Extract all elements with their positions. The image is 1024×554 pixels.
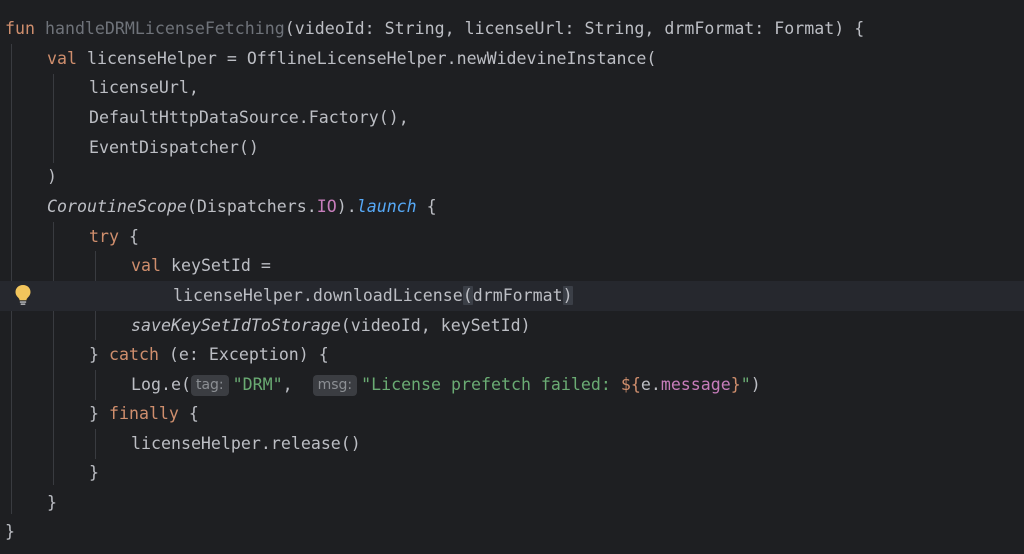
- code-token: keySetId =: [170, 256, 271, 275]
- code-token: saveKeySetIdToStorage: [131, 316, 341, 335]
- code-text[interactable]: }: [47, 488, 57, 518]
- code-token: ): [562, 286, 573, 305]
- code-token: "License prefetch failed:: [361, 375, 621, 394]
- code-text[interactable]: licenseUrl,: [89, 73, 199, 103]
- code-token: CoroutineScope: [47, 197, 187, 216]
- code-line[interactable]: } catch (e: Exception) {: [0, 340, 1024, 370]
- code-line[interactable]: try {: [0, 222, 1024, 252]
- code-token: drmFormat: [472, 286, 563, 305]
- code-line[interactable]: licenseUrl,: [0, 73, 1024, 103]
- code-token: licenseUrl,: [89, 78, 199, 97]
- code-token: licenseHelper.release(): [131, 434, 361, 453]
- code-token: }: [89, 345, 109, 364]
- code-text[interactable]: CoroutineScope(Dispatchers.IO).launch {: [47, 192, 437, 222]
- code-line[interactable]: licenseHelper.release(): [0, 429, 1024, 459]
- code-token: }: [89, 404, 109, 423]
- code-text[interactable]: } catch (e: Exception) {: [89, 340, 329, 370]
- code-token: handleDRMLicenseFetching: [44, 19, 285, 38]
- code-editor[interactable]: fun handleDRMLicenseFetching(videoId: St…: [0, 0, 1024, 554]
- code-text[interactable]: licenseHelper.downloadLicense(drmFormat): [173, 281, 573, 311]
- code-token: "DRM": [232, 375, 283, 394]
- code-text[interactable]: val keySetId =: [131, 251, 271, 281]
- code-token: try: [89, 227, 119, 246]
- code-line[interactable]: }: [0, 458, 1024, 488]
- lightbulb-icon[interactable]: [13, 284, 33, 306]
- code-line[interactable]: fun handleDRMLicenseFetching(videoId: St…: [0, 14, 1024, 44]
- code-text[interactable]: } finally {: [89, 399, 199, 429]
- code-text[interactable]: Log.e(tag: "DRM", msg: "License prefetch f…: [131, 370, 761, 400]
- code-token: }: [730, 375, 741, 394]
- code-token: (videoId, keySetId): [340, 316, 531, 335]
- code-token: ,: [282, 375, 313, 394]
- code-token: ${: [620, 375, 641, 394]
- code-text[interactable]: saveKeySetIdToStorage(videoId, keySetId): [131, 311, 531, 341]
- code-line[interactable]: EventDispatcher(): [0, 133, 1024, 163]
- code-line[interactable]: }: [0, 488, 1024, 518]
- code-line[interactable]: saveKeySetIdToStorage(videoId, keySetId): [0, 311, 1024, 341]
- code-text[interactable]: DefaultHttpDataSource.Factory(),: [89, 103, 409, 133]
- code-line[interactable]: DefaultHttpDataSource.Factory(),: [0, 103, 1024, 133]
- code-token: catch: [108, 345, 159, 364]
- code-line[interactable]: ): [0, 162, 1024, 192]
- code-token: IO: [316, 197, 337, 216]
- parameter-hint: msg:: [312, 375, 358, 396]
- code-token: e.: [640, 375, 661, 394]
- code-token: (: [462, 286, 473, 305]
- code-token: (Dispatchers.: [186, 197, 317, 216]
- code-token: }: [47, 493, 57, 512]
- code-token: ).: [336, 197, 357, 216]
- code-text[interactable]: }: [5, 517, 15, 547]
- code-line[interactable]: licenseHelper.downloadLicense(drmFormat): [0, 281, 1024, 311]
- code-line[interactable]: val keySetId =: [0, 251, 1024, 281]
- code-token: licenseHelper.downloadLicense: [173, 286, 463, 305]
- code-token: finally: [108, 404, 179, 423]
- code-token: ): [750, 375, 761, 394]
- code-text[interactable]: EventDispatcher(): [89, 133, 259, 163]
- code-token: {: [118, 227, 139, 246]
- code-line[interactable]: } finally {: [0, 399, 1024, 429]
- code-token: }: [89, 463, 99, 482]
- code-token: licenseHelper = OfflineLicenseHelper.new…: [86, 49, 657, 68]
- code-text[interactable]: }: [89, 458, 99, 488]
- code-token: (videoId: String, licenseUrl: String, dr…: [284, 19, 865, 38]
- code-text[interactable]: val licenseHelper = OfflineLicenseHelper…: [47, 44, 656, 74]
- code-token: }: [5, 522, 15, 541]
- code-token: DefaultHttpDataSource.Factory(),: [89, 108, 409, 127]
- code-token: message: [660, 375, 731, 394]
- code-token: ": [740, 375, 751, 394]
- code-text[interactable]: fun handleDRMLicenseFetching(videoId: St…: [5, 14, 864, 44]
- code-line[interactable]: val licenseHelper = OfflineLicenseHelper…: [0, 44, 1024, 74]
- code-token: val: [131, 256, 171, 275]
- code-text[interactable]: try {: [89, 222, 139, 252]
- code-line[interactable]: Log.e(tag: "DRM", msg: "License prefetch f…: [0, 370, 1024, 400]
- code-token: val: [47, 49, 87, 68]
- parameter-hint: tag:: [190, 375, 229, 396]
- code-line[interactable]: CoroutineScope(Dispatchers.IO).launch {: [0, 192, 1024, 222]
- code-token: Log.e(: [131, 375, 191, 394]
- code-token: EventDispatcher(): [89, 138, 259, 157]
- code-token: launch: [356, 197, 417, 216]
- code-token: fun: [5, 19, 45, 38]
- code-token: {: [178, 404, 199, 423]
- code-text[interactable]: ): [47, 162, 57, 192]
- code-text[interactable]: licenseHelper.release(): [131, 429, 361, 459]
- code-token: ): [47, 167, 57, 186]
- code-token: {: [416, 197, 437, 216]
- code-token: (e: Exception) {: [158, 345, 329, 364]
- code-line[interactable]: }: [0, 517, 1024, 547]
